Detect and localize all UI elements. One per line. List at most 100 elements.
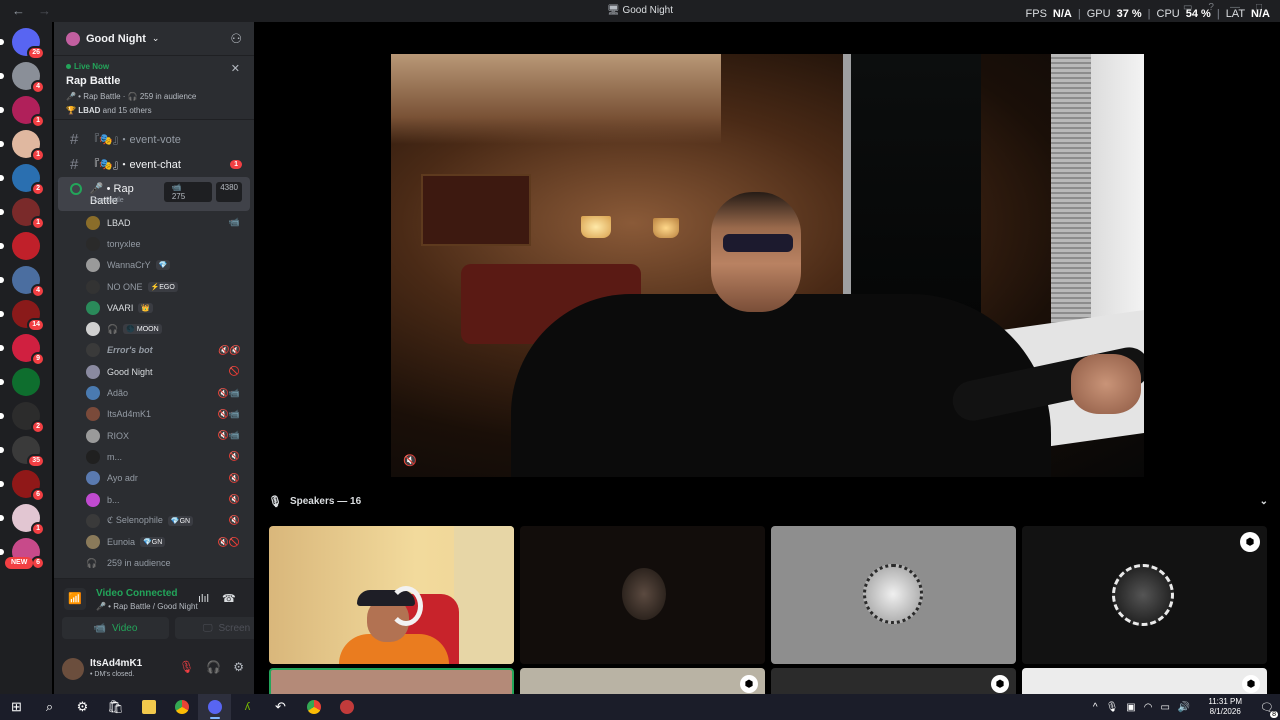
discord-icon[interactable] xyxy=(198,694,231,720)
server-icon[interactable]: 2 xyxy=(0,164,45,196)
member-tag: 🌑 MOON xyxy=(123,324,162,335)
stage-member[interactable]: Ayo adr 🔇 xyxy=(86,468,246,489)
member-status-icon: 🔇 xyxy=(228,515,240,526)
server-icon[interactable]: 2 xyxy=(0,402,45,434)
wifi-icon[interactable]: ◠ xyxy=(1144,702,1153,713)
phone-hangup-icon[interactable]: ☎ xyxy=(222,592,236,605)
speaker-tile[interactable] xyxy=(269,668,514,694)
speaker-tile[interactable] xyxy=(269,526,514,664)
soundwave-icon[interactable]: ılıl xyxy=(198,593,209,605)
speakers-header[interactable]: 🎙 Speakers — 16 ⌄ xyxy=(268,492,1268,510)
stage-member[interactable]: b... 🔇 xyxy=(86,489,246,510)
store-icon[interactable]: 🛍 xyxy=(99,694,132,720)
server-icon[interactable]: 35 xyxy=(0,436,45,468)
stage-member[interactable]: tonyxlee xyxy=(86,233,246,254)
speaker-tile[interactable] xyxy=(520,526,765,664)
app-icon[interactable] xyxy=(330,694,363,720)
new-badge[interactable]: NEW xyxy=(5,557,34,569)
display-icon[interactable]: ▭ xyxy=(1160,702,1169,713)
user-panel: ItsAd4mK1 • DM's closed. 🎙 🎧 ⚙ xyxy=(54,650,254,694)
mention-badge: 1 xyxy=(31,522,45,536)
server-icon[interactable]: 14 xyxy=(0,300,45,332)
stage-member[interactable]: RIOX 🔇📹 xyxy=(86,425,246,446)
stage-channel-rap-battle[interactable]: 🎤 • Rap Battle 📹 275 4380 Rap Battle xyxy=(58,177,250,211)
server-icon[interactable]: 9 xyxy=(0,334,45,366)
stage-member[interactable]: m... 🔇 xyxy=(86,446,246,467)
audience-row[interactable]: 🎧 259 in audience xyxy=(54,553,254,574)
speaker-tile[interactable] xyxy=(771,526,1016,664)
stage-member[interactable]: 🎧 🌑 MOON xyxy=(86,318,246,339)
chevron-up-icon[interactable]: ^ xyxy=(1093,702,1098,713)
speaker-tile[interactable]: ⬢ xyxy=(1022,668,1267,694)
separator: | xyxy=(1077,8,1081,20)
add-user-icon[interactable]: ⚇ xyxy=(230,31,242,47)
server-icon[interactable] xyxy=(0,368,40,396)
headphones-icon[interactable]: 🎧 xyxy=(206,660,221,674)
nvidia-icon[interactable]: ʎ xyxy=(231,694,264,720)
member-name: Adão xyxy=(107,388,129,399)
avatar xyxy=(86,279,100,294)
notification-count: 8 xyxy=(1270,710,1278,718)
app-tray-icon[interactable]: ▣ xyxy=(1126,702,1135,713)
stage-member[interactable]: Error's bot 🔇🔇 xyxy=(86,340,246,361)
stage-member[interactable]: WannaCrY 💎 xyxy=(86,255,246,276)
server-icon[interactable]: 1 xyxy=(0,504,45,536)
chrome-icon[interactable] xyxy=(297,694,330,720)
close-icon[interactable]: ✕ xyxy=(231,62,240,75)
server-icon[interactable]: 4 xyxy=(0,266,45,298)
video-button[interactable]: 📹 Video xyxy=(62,617,169,639)
mic-muted-icon[interactable]: 🎙 xyxy=(179,660,194,674)
member-name: VAARI xyxy=(107,302,134,313)
server-icon[interactable]: 1 xyxy=(0,130,45,162)
chevron-down-icon[interactable]: ⌄ xyxy=(1260,496,1268,507)
stage-member[interactable]: LBAD 📹 xyxy=(86,212,246,233)
windows-start-icon[interactable]: ⊞ xyxy=(0,694,33,720)
stage-member[interactable]: Adão 🔇📹 xyxy=(86,382,246,403)
clock[interactable]: 11:31 PM 8/1/2026 xyxy=(1208,697,1242,717)
gear-icon[interactable]: ⚙ xyxy=(66,694,99,720)
channel-item[interactable]: # 『🎭』・event-vote xyxy=(58,127,250,151)
search-icon[interactable]: ⌕ xyxy=(33,694,66,720)
user-status: • DM's closed. xyxy=(90,671,135,678)
audience-item[interactable]: 🎧 259 in audience xyxy=(86,553,246,574)
channel-item[interactable]: # 『🎭』・event-chat 1 xyxy=(58,152,250,176)
user-name[interactable]: ItsAd4mK1 xyxy=(90,658,142,669)
server-icon[interactable] xyxy=(0,232,40,260)
server-icon[interactable]: 6 xyxy=(0,470,45,502)
mic-icon[interactable]: 🎙 xyxy=(1106,702,1119,713)
speaker-tile[interactable]: ⬢ xyxy=(771,668,1016,694)
gear-icon[interactable]: ⚙ xyxy=(233,660,244,674)
avatar[interactable] xyxy=(62,658,84,680)
guild-header[interactable]: Good Night ⌄ ⚇ xyxy=(54,22,254,56)
live-event-title: Rap Battle xyxy=(66,75,121,87)
server-icon[interactable]: 26 xyxy=(0,28,45,60)
live-event-card[interactable]: Live Now Rap Battle 🎤 • Rap Battle · 🎧 2… xyxy=(54,56,254,120)
server-icon[interactable]: 4 xyxy=(0,62,45,94)
stage-member[interactable]: Eunoia 💎GN 🔇🚫 xyxy=(86,531,246,552)
server-icon[interactable]: 1 xyxy=(0,198,45,230)
server-icon[interactable]: 1 xyxy=(0,96,45,128)
main-video-feed[interactable]: 🔇 xyxy=(391,54,1144,477)
speaker-tile[interactable]: ⬢ xyxy=(1022,526,1267,664)
member-name: Error's bot xyxy=(107,345,153,356)
mention-badge: 9 xyxy=(31,352,45,366)
stage-member[interactable]: NO ONE ⚡EGO xyxy=(86,276,246,297)
stage-member[interactable]: ItsAd4mK1 🔇📹 xyxy=(86,404,246,425)
chrome-icon[interactable] xyxy=(165,694,198,720)
avatar xyxy=(86,428,100,443)
app-icon[interactable]: ↶ xyxy=(264,694,297,720)
volume-icon[interactable]: 🔊 xyxy=(1178,702,1190,713)
mention-badge: 26 xyxy=(27,46,45,60)
unread-pip xyxy=(0,107,4,113)
speaker-tile[interactable]: ⬢ xyxy=(520,668,765,694)
stage-member[interactable]: VAARI 👑 xyxy=(86,297,246,318)
scene-lamp xyxy=(653,218,679,238)
voice-location[interactable]: 🎤 • Rap Battle / Good Night xyxy=(96,602,198,611)
signal-icon[interactable]: 📶 xyxy=(64,588,86,610)
notification-icon[interactable]: 🗨 8 xyxy=(1260,701,1278,718)
stage-member[interactable]: Good Night 🚫 xyxy=(86,361,246,382)
speaker-suffix: and 15 others xyxy=(100,106,152,115)
folder-icon[interactable] xyxy=(132,694,165,720)
mention-badge: 1 xyxy=(31,148,45,162)
stage-member[interactable]: ℭ Selenophile 💎GN 🔇 xyxy=(86,510,246,531)
